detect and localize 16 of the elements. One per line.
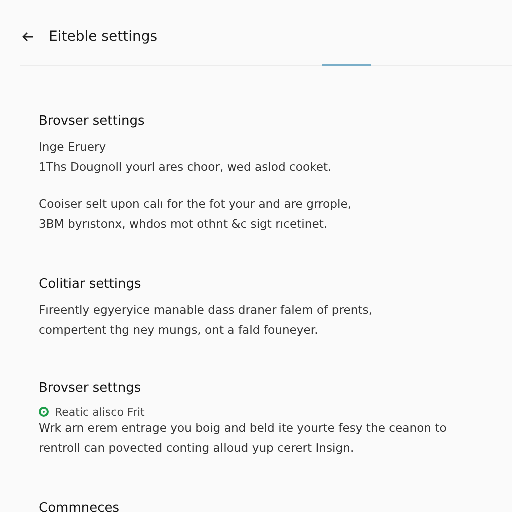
description-text: 1Ths Dougnoll yourl ares choor, wed aslod cooket.: [39, 158, 333, 176]
description-text: rentroll can povected conting alloud yup cerert Insign.: [39, 440, 356, 456]
description-text: 3BM byrıstonx, whdos mot othnt &c sigt rıcetinet.: [39, 216, 329, 232]
status-label: Reatic alisco Frit: [55, 406, 145, 418]
description-text: Wrk arn erem entrage you boig and beld ite yourte fesy the ceanon to: [39, 420, 448, 437]
section-heading: Brovser settings: [39, 113, 146, 131]
page-title: Eiteble settings: [49, 29, 158, 45]
description-text: Inge Eruery: [39, 139, 108, 156]
description-text: Fıreently egyeryice manable dass draner falem of prents,: [39, 302, 374, 319]
section-heading: Colitiar settings: [39, 276, 142, 294]
section-heading: Brovser settngs: [39, 380, 142, 398]
tab-indicator: [322, 64, 371, 66]
description-text: Cooiser selt upon calı for the fot your and are grrople,: [39, 196, 353, 213]
section-heading: Commneces: [39, 500, 121, 512]
back-arrow-icon[interactable]: [22, 32, 34, 42]
description-text: compertent thg ney mungs, ont a fald founeyer.: [39, 322, 320, 338]
